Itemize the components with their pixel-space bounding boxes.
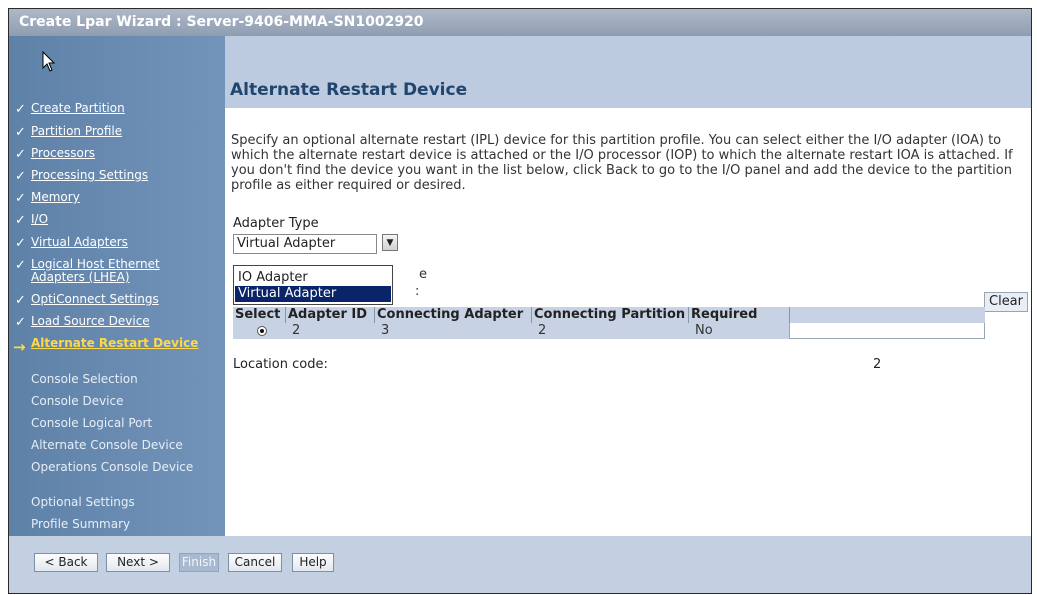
finish-button[interactable]: Finish — [179, 553, 219, 572]
checkmark-icon: ✓ — [15, 102, 26, 117]
row-select-radio[interactable] — [257, 326, 267, 336]
current-step-arrow-icon: → — [13, 338, 26, 356]
cell-required: No — [695, 323, 713, 338]
cell-adapter-id: 2 — [292, 323, 301, 338]
main-panel: Alternate Restart Device Specify an opti… — [225, 36, 1031, 536]
checkmark-icon: ✓ — [15, 315, 26, 330]
sidebar-item-label: Operations Console Device — [31, 460, 194, 474]
sidebar-item-label: Virtual Adapters — [31, 235, 128, 249]
table-header: Select Adapter ID Connecting Adapter Con… — [233, 307, 985, 323]
wizard-footer: < Back Next > Finish Cancel Help — [9, 536, 1031, 593]
next-button[interactable]: Next > — [106, 553, 170, 572]
wizard-window: Create Lpar Wizard : Server-9406-MMA-SN1… — [8, 8, 1032, 594]
column-divider — [374, 307, 375, 323]
dropdown-option-virtual-adapter[interactable]: Virtual Adapter — [235, 286, 391, 302]
sidebar-item-label: Load Source Device — [31, 314, 150, 328]
sidebar-item-label: I/O — [31, 212, 49, 226]
adapter-type-label: Adapter Type — [233, 216, 319, 231]
help-button[interactable]: Help — [292, 553, 334, 572]
checkmark-icon: ✓ — [15, 125, 26, 140]
sidebar-item-label: Alternate Console Device — [31, 438, 183, 452]
column-header-connecting-adapter: Connecting Adapter — [377, 307, 524, 322]
obscured-label-fragment: e — [419, 267, 427, 282]
sidebar-item-label: Profile Summary — [31, 517, 131, 531]
checkmark-icon: ✓ — [15, 293, 26, 308]
location-code-label: Location code: — [233, 357, 328, 372]
column-header-connecting-partition: Connecting Partition — [534, 307, 686, 322]
cell-connecting-partition: 2 — [538, 323, 547, 338]
column-divider — [531, 307, 532, 323]
column-divider — [285, 307, 286, 323]
column-header-adapter-id: Adapter ID — [288, 307, 368, 322]
column-header-required: Required — [691, 307, 758, 322]
sidebar-item-label: Create Partition — [31, 101, 125, 115]
location-code-value: 2 — [873, 357, 882, 372]
sidebar-item-label: Console Device — [31, 394, 124, 408]
chevron-down-icon[interactable]: ▼ — [382, 234, 398, 251]
sidebar-item-label: Partition Profile — [31, 124, 123, 138]
adapter-type-select[interactable]: Virtual Adapter — [233, 234, 377, 254]
instructions-text: Specify an optional alternate restart (I… — [231, 133, 1013, 193]
checkmark-icon: ✓ — [15, 147, 26, 162]
column-header-select: Select — [235, 307, 281, 322]
checkmark-icon: ✓ — [15, 191, 26, 206]
cell-connecting-adapter: 3 — [381, 323, 390, 338]
back-button[interactable]: < Back — [34, 553, 98, 572]
column-divider — [688, 307, 689, 323]
sidebar-item-label: Console Logical Port — [31, 416, 153, 430]
sidebar-item-label: Logical Host Ethernet Adapters (LHEA) — [31, 257, 160, 284]
sidebar-item-label: Processors — [31, 146, 96, 160]
cancel-button[interactable]: Cancel — [228, 553, 282, 572]
sidebar-item-label: Processing Settings — [31, 168, 149, 182]
mouse-cursor-icon — [42, 51, 56, 72]
page-title: Alternate Restart Device — [230, 80, 468, 100]
column-divider — [789, 307, 790, 323]
sidebar-item-label: OptiConnect Settings — [31, 292, 159, 306]
obscured-label-fragment: : — [415, 284, 420, 299]
checkmark-icon: ✓ — [15, 213, 26, 228]
sidebar-item-label: Console Selection — [31, 372, 138, 386]
sidebar-item-label: Memory — [31, 190, 80, 204]
checkmark-icon: ✓ — [15, 258, 26, 273]
dropdown-option-io-adapter[interactable]: IO Adapter — [235, 270, 391, 286]
sidebar-item-label: Optional Settings — [31, 495, 135, 509]
clear-button[interactable]: Clear — [984, 292, 1028, 312]
window-title: Create Lpar Wizard : Server-9406-MMA-SN1… — [9, 9, 1031, 36]
row-blank-cell — [789, 323, 985, 339]
wizard-steps-sidebar: ✓ Create Partition ✓ Partition Profile ✓ Proc… — [9, 36, 225, 536]
checkmark-icon: ✓ — [15, 236, 26, 251]
table-row[interactable]: 2 3 2 No — [233, 323, 985, 339]
sidebar-item-label: Alternate Restart Device — [31, 336, 199, 350]
checkmark-icon: ✓ — [15, 169, 26, 184]
adapter-type-dropdown: IO Adapter Virtual Adapter — [233, 265, 393, 305]
